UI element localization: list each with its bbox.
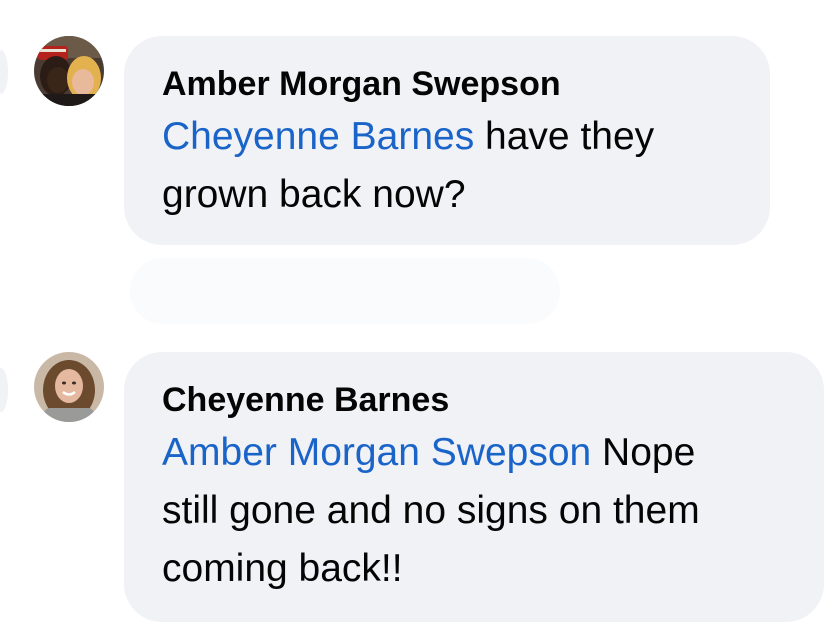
profile-photo-icon [34,352,104,422]
mention-link[interactable]: Amber Morgan Swepson [162,431,591,474]
blurred-area [130,258,560,324]
avatar[interactable] [34,36,104,106]
comment-text-segment: coming back!! [162,547,403,590]
comment-author[interactable]: Cheyenne Barnes [162,378,786,422]
comment-text: Cheyenne Barnes have they grown back now? [162,108,732,224]
comment-thread: Amber Morgan Swepson Cheyenne Barnes hav… [0,0,834,638]
thread-edge-marker [0,368,8,412]
comment-bubble: Cheyenne Barnes Amber Morgan Swepson Nop… [124,352,824,622]
comment-text-segment: grown back now? [162,173,466,216]
comment-text-segment: Nope [591,431,696,474]
profile-photo-icon [34,36,104,106]
comment-text-segment: still gone and no signs on them [162,489,700,532]
thread-edge-marker [0,50,8,94]
comment-text: Amber Morgan Swepson Nope still gone and … [162,424,786,598]
mention-link[interactable]: Cheyenne Barnes [162,115,474,158]
comment-author[interactable]: Amber Morgan Swepson [162,62,732,106]
comment-text-segment: have they [474,115,655,158]
avatar[interactable] [34,352,104,422]
comment-bubble: Amber Morgan Swepson Cheyenne Barnes hav… [124,36,770,245]
